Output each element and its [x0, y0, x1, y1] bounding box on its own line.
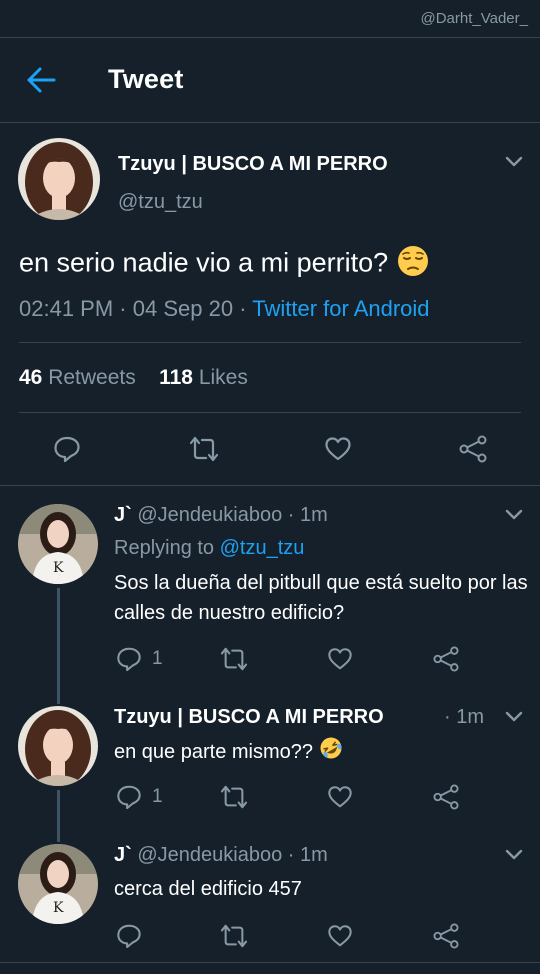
svg-text:K: K: [53, 900, 64, 916]
arrow-left-icon[interactable]: [26, 66, 56, 94]
reply-author-name[interactable]: J`: [114, 504, 132, 526]
chevron-down-icon[interactable]: [504, 710, 524, 724]
heart-icon: [328, 925, 352, 947]
share-icon: [459, 435, 487, 463]
share-button[interactable]: [458, 435, 488, 463]
reply-author-name[interactable]: J`: [114, 844, 132, 866]
reply-text: cerca del edificio 457: [114, 878, 302, 900]
share-icon: [433, 784, 459, 810]
likes-label[interactable]: Likes: [199, 366, 248, 389]
svg-text:K: K: [53, 560, 64, 576]
main-tweet-divider: [0, 485, 540, 486]
author-handle[interactable]: @tzu_tzu: [118, 191, 203, 214]
heart-icon: [328, 786, 352, 808]
header: Tweet: [0, 38, 540, 122]
header-divider: [0, 122, 540, 123]
reply-button[interactable]: [116, 923, 142, 949]
author-name[interactable]: Tzuyu | BUSCO A MI PERRO: [118, 153, 388, 176]
avatar-reply-3[interactable]: K: [18, 844, 98, 924]
tweet-stats: 46 Retweets 118 Likes: [19, 366, 248, 390]
thread-connector: [57, 790, 60, 842]
reply-header: J` @Jendeukiaboo · 1m: [114, 504, 328, 527]
retweet-button[interactable]: [219, 784, 249, 810]
meta-separator: ·: [287, 844, 295, 866]
retweet-button[interactable]: [219, 923, 249, 949]
meta-divider: [19, 342, 521, 343]
reply-count: 1: [152, 786, 163, 807]
retweet-button[interactable]: [188, 435, 220, 463]
tweet-text-content: en serio nadie vio a mi perrito?: [19, 247, 389, 278]
chevron-down-icon[interactable]: [504, 155, 524, 169]
reply-text: Sos la dueña del pitbull que está suelto…: [114, 572, 528, 624]
reply-icon: [117, 785, 141, 810]
reply-icon: [54, 436, 80, 463]
share-button[interactable]: [432, 646, 460, 672]
heart-icon: [328, 648, 352, 670]
likes-count[interactable]: 118: [159, 366, 193, 389]
heart-icon: [325, 437, 351, 461]
reply-time: 1m: [300, 504, 328, 526]
retweets-label[interactable]: Retweets: [48, 366, 136, 389]
stats-divider: [19, 412, 521, 413]
meta-separator: ·: [444, 706, 451, 728]
avatar-reply-2[interactable]: [18, 706, 98, 786]
replying-to-handle[interactable]: @tzu_tzu: [220, 537, 305, 559]
like-button[interactable]: [327, 646, 353, 672]
meta-separator: ·: [119, 296, 133, 321]
bottom-divider: [0, 962, 540, 963]
reply-time: 1m: [300, 844, 328, 866]
tweet-date: 04 Sep 20: [132, 296, 234, 321]
reply-button[interactable]: 1: [116, 784, 163, 810]
avatar-reply-1[interactable]: K: [18, 504, 98, 584]
reply-author-handle[interactable]: @Jendeukiaboo: [137, 504, 282, 526]
watermark: @Darht_Vader_: [420, 10, 528, 27]
share-button[interactable]: [432, 784, 460, 810]
retweet-icon: [220, 924, 248, 948]
share-icon: [433, 646, 459, 672]
reply-time-group: · 1m: [444, 706, 484, 729]
retweets-count[interactable]: 46: [19, 366, 42, 389]
thread-connector: [57, 588, 60, 704]
reply-author-name[interactable]: Tzuyu | BUSCO A MI PERRO: [114, 706, 384, 728]
like-button[interactable]: [324, 435, 352, 463]
rolling-on-floor-laughing-icon: [319, 736, 343, 769]
chevron-down-icon[interactable]: [504, 508, 524, 522]
reply-count: 1: [152, 648, 163, 669]
reply-icon: [117, 647, 141, 672]
meta-separator: ·: [239, 296, 253, 321]
replying-to: Replying to @tzu_tzu: [114, 537, 304, 560]
share-button[interactable]: [432, 923, 460, 949]
reply-header: J` @Jendeukiaboo · 1m: [114, 844, 328, 867]
share-icon: [433, 923, 459, 949]
retweet-icon: [220, 785, 248, 809]
reply-text-content: en que parte mismo??: [114, 740, 314, 763]
chevron-down-icon[interactable]: [504, 848, 524, 862]
reply-button[interactable]: 1: [116, 646, 163, 672]
reply-button[interactable]: [53, 435, 81, 463]
like-button[interactable]: [327, 784, 353, 810]
meta-separator: ·: [287, 504, 295, 526]
tweet-source-link[interactable]: Twitter for Android: [252, 296, 429, 321]
avatar-main[interactable]: [18, 138, 100, 220]
page-title: Tweet: [108, 64, 184, 94]
tweet-text: en serio nadie vio a mi perrito?: [19, 244, 430, 285]
retweet-button[interactable]: [219, 646, 249, 672]
retweet-icon: [189, 436, 219, 462]
reply-icon: [117, 924, 141, 949]
tweet-time: 02:41 PM: [19, 296, 114, 321]
reply-time: 1m: [456, 706, 485, 728]
tweet-meta: 02:41 PM · 04 Sep 20 · Twitter for Andro…: [19, 296, 430, 322]
replying-to-label: Replying to: [114, 537, 215, 559]
retweet-icon: [220, 647, 248, 671]
pensive-face-icon: [396, 244, 430, 285]
reply-header: Tzuyu | BUSCO A MI PERRO: [114, 706, 384, 729]
reply-text: en que parte mismo??: [114, 736, 530, 769]
like-button[interactable]: [327, 923, 353, 949]
reply-author-handle[interactable]: @Jendeukiaboo: [137, 844, 282, 866]
